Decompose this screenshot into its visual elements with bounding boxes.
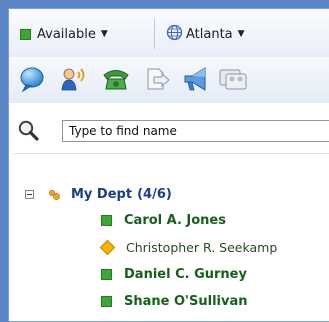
location-dropdown[interactable]: Atlanta ▼	[166, 21, 245, 47]
contact-tree: My Dept (4/6) Carol A. Jones Christopher…	[9, 175, 329, 321]
contact-name: Daniel C. Gurney	[124, 267, 247, 282]
collapse-toggle-icon[interactable]	[25, 190, 34, 199]
globe-icon	[166, 24, 183, 45]
location-label: Atlanta	[186, 26, 233, 42]
contact-name: Christopher R. Seekamp	[126, 240, 278, 255]
status-dropdown[interactable]: Available ▼	[20, 21, 108, 47]
contact-row[interactable]: Daniel C. Gurney	[101, 267, 247, 282]
contact-row[interactable]: Carol A. Jones	[101, 213, 226, 228]
group-icon	[47, 188, 61, 202]
available-status-icon	[101, 296, 112, 307]
contact-row[interactable]: Shane O'Sullivan	[101, 294, 248, 309]
available-status-icon	[20, 28, 31, 40]
group-count: (4/6)	[137, 187, 172, 202]
contact-name: Shane O'Sullivan	[124, 294, 248, 309]
available-status-icon	[101, 269, 112, 280]
action-icon-bar	[9, 57, 329, 104]
away-status-icon	[99, 239, 116, 256]
group-row-my-dept[interactable]: My Dept (4/6)	[25, 187, 172, 202]
speaking-person-icon[interactable]	[59, 65, 89, 93]
file-transfer-icon[interactable]	[142, 65, 172, 93]
conference-icon[interactable]	[218, 65, 248, 93]
phone-icon[interactable]	[101, 65, 131, 93]
status-label: Available	[37, 26, 96, 42]
contact-name: Carol A. Jones	[124, 213, 226, 228]
chat-bubble-icon[interactable]	[17, 65, 47, 93]
chevron-down-icon: ▼	[237, 29, 245, 39]
chevron-down-icon: ▼	[100, 29, 108, 39]
group-name: My Dept	[71, 187, 133, 202]
search-area	[9, 103, 329, 175]
find-name-input[interactable]	[62, 120, 329, 142]
contact-list-panel: Available ▼ Atlanta ▼ Type to find name …	[8, 8, 329, 322]
available-status-icon	[101, 215, 112, 226]
search-icon	[17, 119, 39, 141]
contact-row[interactable]: Christopher R. Seekamp	[99, 239, 278, 256]
search-divider	[13, 153, 329, 154]
toolbar-divider	[154, 19, 155, 49]
announcement-icon[interactable]	[181, 65, 211, 93]
status-toolbar: Available ▼ Atlanta ▼	[9, 9, 329, 58]
